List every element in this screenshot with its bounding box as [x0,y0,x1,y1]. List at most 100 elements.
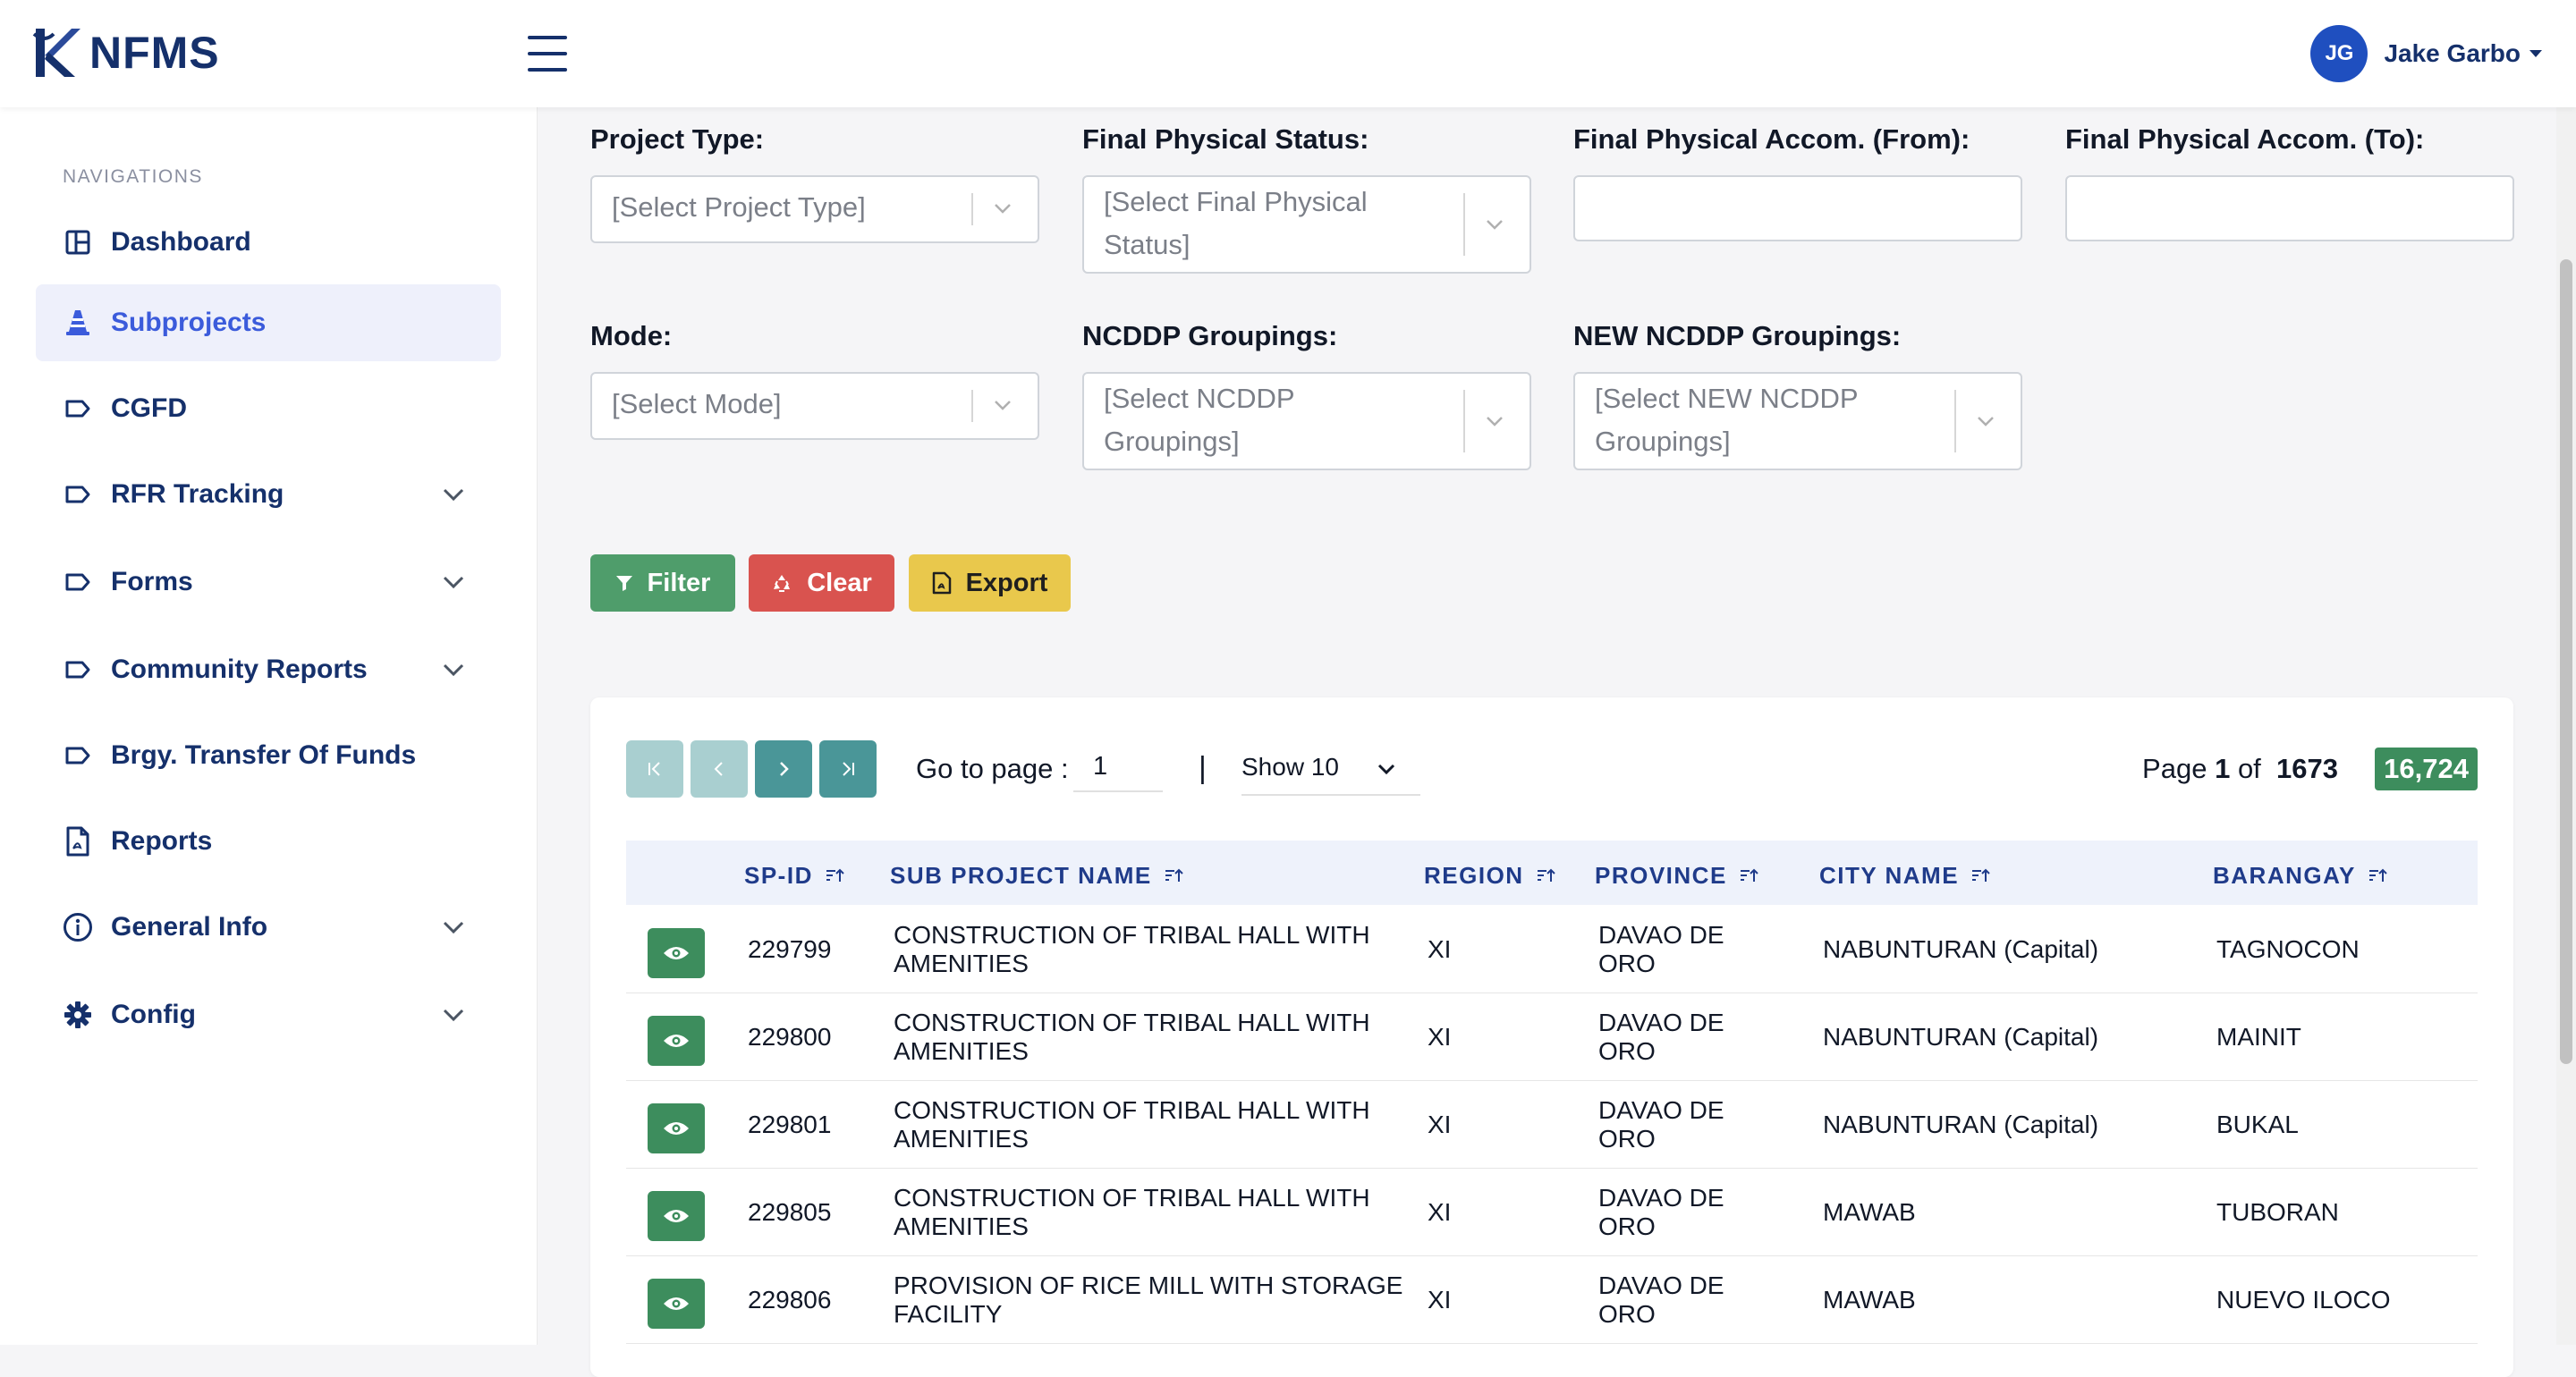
table-row: 229799 CONSTRUCTION OF TRIBAL HALL WITH A… [626,905,2478,993]
cell-line: FACILITY [894,1300,1003,1328]
mode-select[interactable]: [Select Mode] [590,372,1039,440]
new-ncddp-label: NEW NCDDP Groupings: [1573,320,1902,351]
sidebar-item-community-reports[interactable]: Community Reports [36,631,501,708]
select-separator [1463,390,1465,452]
sidebar-item-rfr-tracking[interactable]: RFR Tracking [36,456,501,533]
table-row: 229801 CONSTRUCTION OF TRIBAL HALL WITH A… [626,1080,2478,1169]
sidebar-item-cgfd[interactable]: CGFD [36,370,501,447]
cell-line: AMENITIES [894,950,1029,977]
first-page-button[interactable] [626,740,683,798]
last-page-button[interactable] [819,740,877,798]
clear-button[interactable]: Clear [749,554,894,612]
sidebar-item-forms[interactable]: Forms [36,544,501,621]
cell-sp-id: 229801 [748,1111,832,1138]
pdf-file-icon [63,826,93,857]
placeholder-line: [Select NEW NCDDP [1595,383,1859,414]
clear-button-label: Clear [807,568,872,597]
column-header-label: BARANGAY [2213,862,2356,889]
cell-line: AMENITIES [894,1212,1029,1240]
page-size-select[interactable]: Show 10 [1241,742,1420,796]
column-header-region[interactable]: REGION [1424,862,1556,890]
sidebar-item-brgy-transfer-of-funds[interactable]: Brgy. Transfer Of Funds [36,717,501,794]
sort-icon [1165,868,1183,882]
scrollbar-thumb[interactable] [2560,259,2572,1064]
view-button[interactable] [648,1016,705,1066]
page-size-value: Show 10 [1241,753,1339,781]
chevron-down-icon [1377,764,1395,775]
select-placeholder: [Select NCDDP Groupings] [1104,377,1295,463]
cell-barangay: NUEVO ILOCO [2216,1286,2391,1314]
export-button[interactable]: Export [909,554,1071,612]
filter-button[interactable]: Filter [590,554,735,612]
placeholder-line: [Select Final Physical [1104,186,1368,217]
pdf-file-icon [932,571,951,595]
chevron-down-icon [1487,417,1503,427]
view-button[interactable] [648,928,705,978]
cell-sub-project-name: CONSTRUCTION OF TRIBAL HALL WITH AMENITIE… [894,1184,1370,1241]
placeholder-line: [Select NCDDP [1104,383,1295,414]
sidebar-item-label: Reports [111,826,213,856]
sidebar-item-general-info[interactable]: General Info [36,889,501,966]
cell-region: XI [1428,1023,1452,1051]
chevron-right-icon [780,762,789,776]
sidebar-item-subprojects[interactable]: Subprojects [36,284,501,361]
column-header-city-name[interactable]: CITY NAME [1819,862,1991,890]
chevron-down-icon [443,576,464,589]
cell-city-name: MAWAB [1823,1286,1916,1314]
chevron-left-icon [714,762,723,776]
sidebar: NAVIGATIONS Dashboard Subprojects CGFD R… [0,107,538,1345]
sidebar-item-reports[interactable]: Reports [36,803,501,880]
accom-from-input[interactable] [1573,175,2022,241]
cell-line: AMENITIES [894,1125,1029,1153]
sort-icon [1972,868,1990,882]
cell-barangay: MAINIT [2216,1023,2301,1051]
column-header-province[interactable]: PROVINCE [1595,862,1759,890]
cell-barangay: TAGNOCON [2216,935,2360,963]
next-page-button[interactable] [755,740,812,798]
column-header-label: PROVINCE [1595,862,1727,889]
view-button[interactable] [648,1279,705,1329]
dashboard-icon [63,227,93,258]
view-button[interactable] [648,1103,705,1153]
final-physical-status-select[interactable]: [Select Final Physical Status] [1082,175,1531,274]
project-type-label: Project Type: [590,123,765,155]
column-header-label: CITY NAME [1819,862,1960,889]
cell-region: XI [1428,935,1452,963]
cell-barangay: TUBORAN [2216,1198,2339,1226]
select-placeholder: [Select NEW NCDDP Groupings] [1595,377,1859,463]
page-scrollbar[interactable] [2556,107,2576,1345]
cell-sub-project-name: CONSTRUCTION OF TRIBAL HALL WITH AMENITIE… [894,921,1370,978]
eye-icon [664,1210,689,1222]
view-button[interactable] [648,1191,705,1241]
chevron-down-icon [443,1009,464,1022]
cell-line: AMENITIES [894,1037,1029,1065]
column-header-sp-id[interactable]: SP-ID [744,862,845,890]
tag-icon [63,479,93,510]
traffic-cone-icon [63,308,93,338]
cell-city-name: MAWAB [1823,1198,1916,1226]
ncddp-label: NCDDP Groupings: [1082,320,1338,351]
sidebar-item-config[interactable]: Config [36,976,501,1053]
sort-icon [1740,868,1758,882]
gear-icon [63,1000,93,1030]
cell-province: DAVAO DE ORO [1598,1271,1724,1329]
accom-to-input[interactable] [2065,175,2514,241]
new-ncddp-select[interactable]: [Select NEW NCDDP Groupings] [1573,372,2022,470]
chevron-down-icon [1978,417,1994,427]
export-button-label: Export [965,568,1048,597]
cell-line: ORO [1598,1300,1656,1328]
column-header-barangay[interactable]: BARANGAY [2213,862,2388,890]
previous-page-button[interactable] [691,740,748,798]
tag-icon [63,567,93,597]
user-menu[interactable]: JG Jake Garbo [2310,25,2542,82]
project-type-select[interactable]: [Select Project Type] [590,175,1039,243]
column-header-sub-project-name[interactable]: SUB PROJECT NAME [890,862,1184,890]
sidebar-item-dashboard[interactable]: Dashboard [36,204,501,281]
goto-page-input[interactable] [1073,742,1163,792]
app-logo[interactable]: NFMS [32,25,220,80]
ncddp-select[interactable]: [Select NCDDP Groupings] [1082,372,1531,470]
cell-province: DAVAO DE ORO [1598,1096,1724,1153]
menu-toggle-icon[interactable] [528,36,567,72]
eye-icon [664,1297,689,1310]
select-separator [1463,193,1465,256]
